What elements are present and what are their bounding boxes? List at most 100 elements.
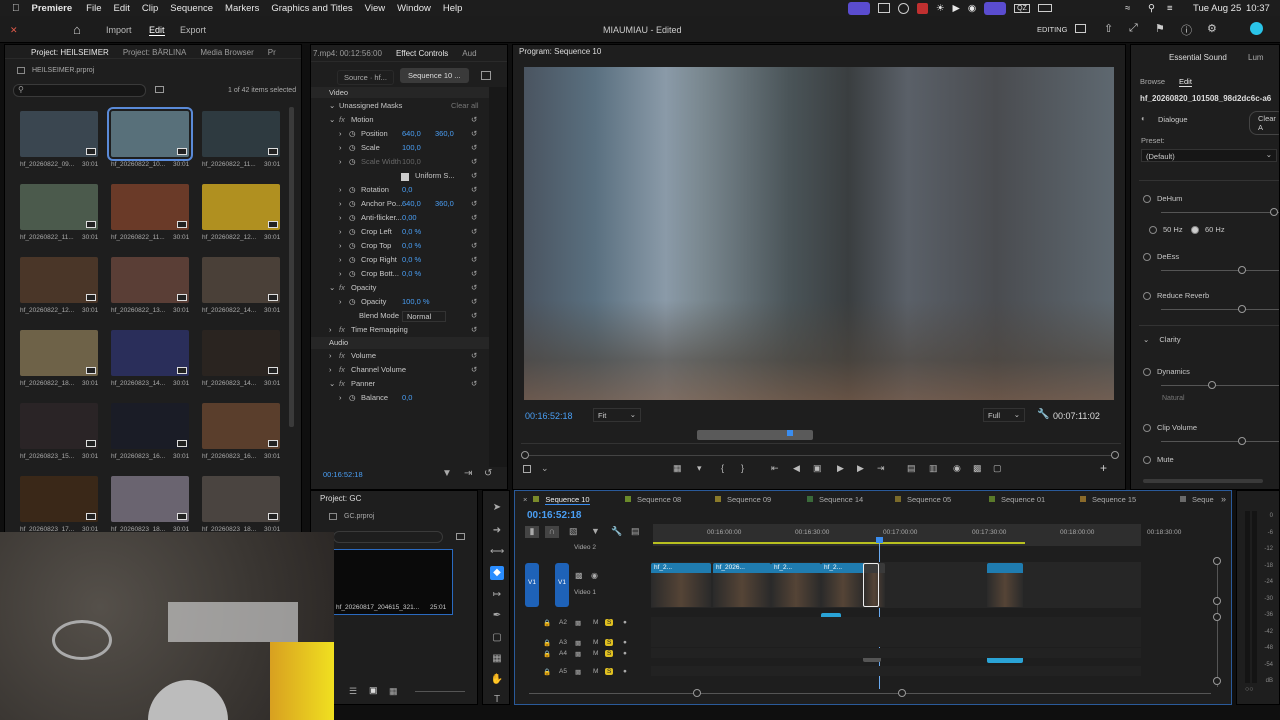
project-gc-title[interactable]: Project: GC [320, 494, 361, 503]
sequence-tab[interactable]: Sequence 09 [715, 495, 771, 504]
clip-thumbnail[interactable] [202, 403, 280, 449]
slip-tool-icon[interactable]: ↦ [490, 588, 504, 602]
program-timecode[interactable]: 00:16:52:18 [525, 411, 573, 421]
property-value[interactable]: Normal [402, 311, 447, 322]
clarity-section[interactable]: ⌄ Clarity [1143, 335, 1181, 344]
clip-thumbnail[interactable] [111, 403, 189, 449]
menu-graphics[interactable]: Graphics and Titles [271, 3, 352, 14]
reduce-reverb-row[interactable]: Reduce Reverb [1143, 291, 1209, 301]
keyboard-icon[interactable]: QZ [1014, 3, 1030, 13]
reverb-knob[interactable] [1238, 305, 1246, 313]
workspace-label[interactable]: EDITING [1037, 25, 1067, 34]
reset-icon[interactable]: ↺ [471, 283, 477, 292]
mute-button[interactable]: M [593, 668, 598, 675]
mark-out-icon[interactable]: } [741, 463, 744, 473]
icon-view-icon[interactable]: ▣ [369, 685, 378, 696]
resolution-select[interactable]: Full ⌄ [983, 408, 1025, 422]
sync-lock-icon[interactable]: ▩ [575, 668, 581, 676]
apple-icon[interactable]:  [12, 3, 20, 14]
effect-row[interactable]: Uniform S... ↺ [311, 171, 481, 185]
property-value[interactable]: 100,0 % [402, 297, 430, 306]
battery-icon[interactable] [1037, 4, 1052, 12]
sequence-tab[interactable]: Sequence 08 [625, 495, 681, 504]
vr-icon[interactable]: ▢ [993, 463, 1002, 474]
effect-row[interactable]: › ◷ Anchor Po... 640,0 360,0 ↺ [311, 199, 481, 213]
step-forward-icon[interactable]: ▶ [857, 463, 864, 474]
loop-icon[interactable]: ▣ [813, 463, 822, 474]
solo-button[interactable]: S [605, 650, 614, 657]
tab-edit[interactable]: Edit [149, 25, 165, 36]
stopwatch-icon[interactable]: ◷ [349, 129, 356, 138]
es-scrollbar[interactable] [1143, 479, 1263, 483]
property-value[interactable]: 0,0 [402, 393, 412, 402]
reset-icon[interactable]: ↺ [471, 129, 477, 138]
microphone-icon[interactable]: ● [623, 668, 627, 675]
pen-tool-icon[interactable]: ✒ [490, 609, 504, 623]
lift-icon[interactable]: ▦ [673, 463, 682, 474]
close-window-button[interactable]: ✕ [10, 25, 18, 36]
reset-icon[interactable]: ↺ [471, 269, 477, 278]
mute-button[interactable]: M [593, 619, 598, 626]
tab-project-heilseimer[interactable]: Project: HEILSEIMER [5, 48, 116, 57]
toggle-sync-icon[interactable]: ▩ [575, 571, 583, 580]
reset-icon[interactable]: ↺ [471, 297, 477, 306]
h-scroll-start[interactable] [693, 689, 701, 697]
reset-icon[interactable]: ↺ [471, 241, 477, 250]
hz-50-option[interactable]: 50 Hz [1149, 225, 1183, 235]
sequence-tab[interactable]: Sequence 14 [807, 495, 863, 504]
scale-tool-icon[interactable]: ▦ [490, 652, 504, 666]
mark-in-icon[interactable]: { [721, 463, 724, 473]
v-scroll-knob-1[interactable] [1213, 557, 1221, 565]
brightness-icon[interactable]: ☀ [936, 3, 945, 14]
reset-icon[interactable]: ↺ [471, 171, 477, 180]
reset-icon[interactable]: ↺ [471, 379, 477, 388]
stopwatch-icon[interactable]: ◷ [349, 269, 356, 278]
h-scroll-end[interactable] [898, 689, 906, 697]
timeline-h-scroll[interactable] [529, 689, 1211, 697]
clip-thumbnail[interactable] [111, 184, 189, 230]
share-icon[interactable]: ⇧ [1104, 22, 1113, 35]
stopwatch-icon[interactable]: ◷ [349, 199, 356, 208]
step-back-icon[interactable]: ◀ [793, 463, 800, 474]
hz-60-option[interactable]: 60 Hz [1191, 225, 1225, 235]
reset-icon[interactable]: ↺ [471, 157, 477, 166]
clip-thumbnail[interactable] [111, 476, 189, 522]
clip-thumbnail[interactable] [20, 184, 98, 230]
overwrite-icon[interactable]: ▥ [929, 463, 938, 474]
property-value[interactable]: 640,0 [402, 129, 421, 138]
clip-thumbnail[interactable] [20, 111, 98, 157]
v-scroll-knob-4[interactable] [1213, 677, 1221, 685]
deess-slider[interactable] [1161, 270, 1279, 271]
source-patch-v1[interactable]: V1 [525, 563, 539, 607]
multicam-icon[interactable]: ▩ [973, 463, 982, 474]
mirror-icon[interactable] [984, 1, 1007, 15]
program-playhead[interactable] [787, 430, 793, 436]
stopwatch-icon[interactable]: ◷ [349, 213, 356, 222]
video-clip[interactable]: hf_2... [821, 563, 865, 607]
property-value[interactable]: 0,00 [402, 213, 417, 222]
reset-icon[interactable]: ↺ [471, 115, 477, 124]
loop-icon[interactable]: ↺ [484, 468, 492, 479]
audio-effect-row[interactable]: › fx Volume ↺ [311, 351, 481, 365]
lock-icon[interactable]: 🔒 [543, 639, 551, 647]
dynamics-knob[interactable] [1208, 381, 1216, 389]
wrench-icon[interactable]: 🔧 [1037, 409, 1049, 420]
deess-knob[interactable] [1238, 266, 1246, 274]
reset-icon[interactable]: ↺ [471, 325, 477, 334]
clip-volume-slider[interactable] [1161, 441, 1279, 442]
reverb-slider[interactable] [1161, 309, 1279, 310]
panel-layout-icon[interactable] [481, 71, 491, 80]
effect-row[interactable]: › ◷ Anti-flicker... 0,00 ↺ [311, 213, 481, 227]
app-menu[interactable]: Premiere [32, 3, 73, 14]
stopwatch-icon[interactable]: ◷ [349, 157, 356, 166]
effect-row[interactable]: › ◷ Rotation 0,0 ↺ [311, 185, 481, 199]
clip-thumbnail[interactable] [202, 184, 280, 230]
display-icon[interactable] [878, 3, 890, 13]
unassigned-masks-row[interactable]: ⌄ Unassigned Masks Clear all [311, 101, 481, 115]
tab-browse[interactable]: Browse [1140, 77, 1165, 86]
search-input[interactable]: ⚲ [13, 84, 146, 97]
audio-effect-row[interactable]: › ◷ Balance 0,0 [311, 393, 481, 407]
program-ruler[interactable] [521, 430, 1121, 444]
rectangle-tool-icon[interactable]: ▢ [490, 631, 504, 645]
menu-edit[interactable]: Edit [113, 3, 129, 14]
